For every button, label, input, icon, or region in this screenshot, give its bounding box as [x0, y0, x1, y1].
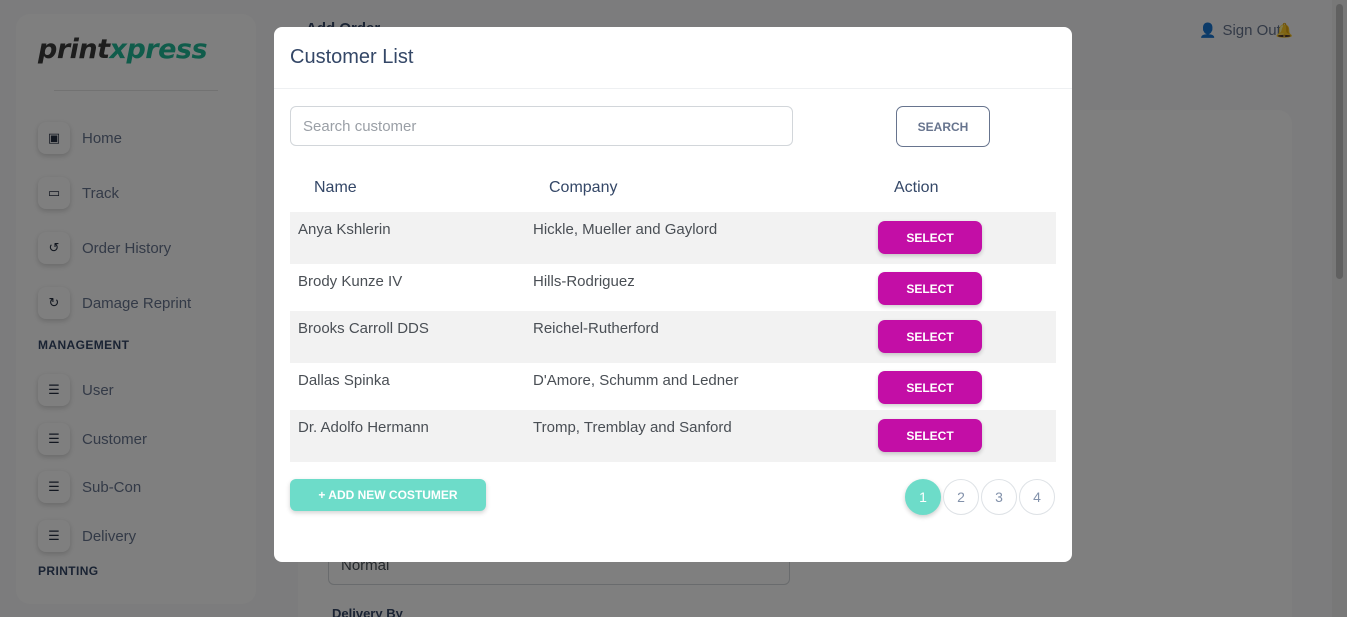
table-row: Dr. Adolfo Hermann Tromp, Tremblay and S… [290, 410, 1056, 462]
table-header: Name Company Action [290, 167, 1056, 212]
select-button[interactable]: SELECT [878, 221, 982, 254]
select-button[interactable]: SELECT [878, 272, 982, 305]
pagination: 1 2 3 4 [903, 479, 1055, 515]
table-row: Dallas Spinka D'Amore, Schumm and Ledner… [290, 363, 1056, 410]
customer-name: Brooks Carroll DDS [298, 320, 429, 337]
column-header-name: Name [314, 179, 357, 196]
table-row: Brody Kunze IV Hills-Rodriguez SELECT [290, 264, 1056, 311]
page-link-2[interactable]: 2 [943, 479, 979, 515]
table-row: Brooks Carroll DDS Reichel-Rutherford SE… [290, 311, 1056, 363]
customer-table: Name Company Action Anya Kshlerin Hickle… [290, 167, 1056, 462]
customer-name: Anya Kshlerin [298, 221, 391, 238]
customer-name: Brody Kunze IV [298, 273, 403, 290]
column-header-company: Company [549, 179, 618, 196]
page-link-4[interactable]: 4 [1019, 479, 1055, 515]
modal-title: Customer List [290, 46, 414, 68]
customer-name: Dr. Adolfo Hermann [298, 419, 429, 436]
modal-header: Customer List [274, 27, 1072, 89]
search-input[interactable] [290, 106, 793, 146]
select-button[interactable]: SELECT [878, 419, 982, 452]
search-button[interactable]: SEARCH [896, 106, 990, 147]
customer-company: Hickle, Mueller and Gaylord [533, 221, 718, 238]
table-row: Anya Kshlerin Hickle, Mueller and Gaylor… [290, 212, 1056, 264]
customer-company: Reichel-Rutherford [533, 320, 659, 337]
customer-company: Hills-Rodriguez [533, 273, 635, 290]
page-link-1[interactable]: 1 [905, 479, 941, 515]
column-header-action: Action [894, 179, 939, 196]
select-button[interactable]: SELECT [878, 371, 982, 404]
add-new-customer-button[interactable]: + ADD NEW COSTUMER [290, 479, 486, 511]
customer-list-modal: Customer List SEARCH Name Company Action… [274, 27, 1072, 562]
customer-company: Tromp, Tremblay and Sanford [533, 419, 732, 436]
select-button[interactable]: SELECT [878, 320, 982, 353]
page-link-3[interactable]: 3 [981, 479, 1017, 515]
customer-name: Dallas Spinka [298, 372, 390, 389]
customer-company: D'Amore, Schumm and Ledner [533, 372, 739, 389]
